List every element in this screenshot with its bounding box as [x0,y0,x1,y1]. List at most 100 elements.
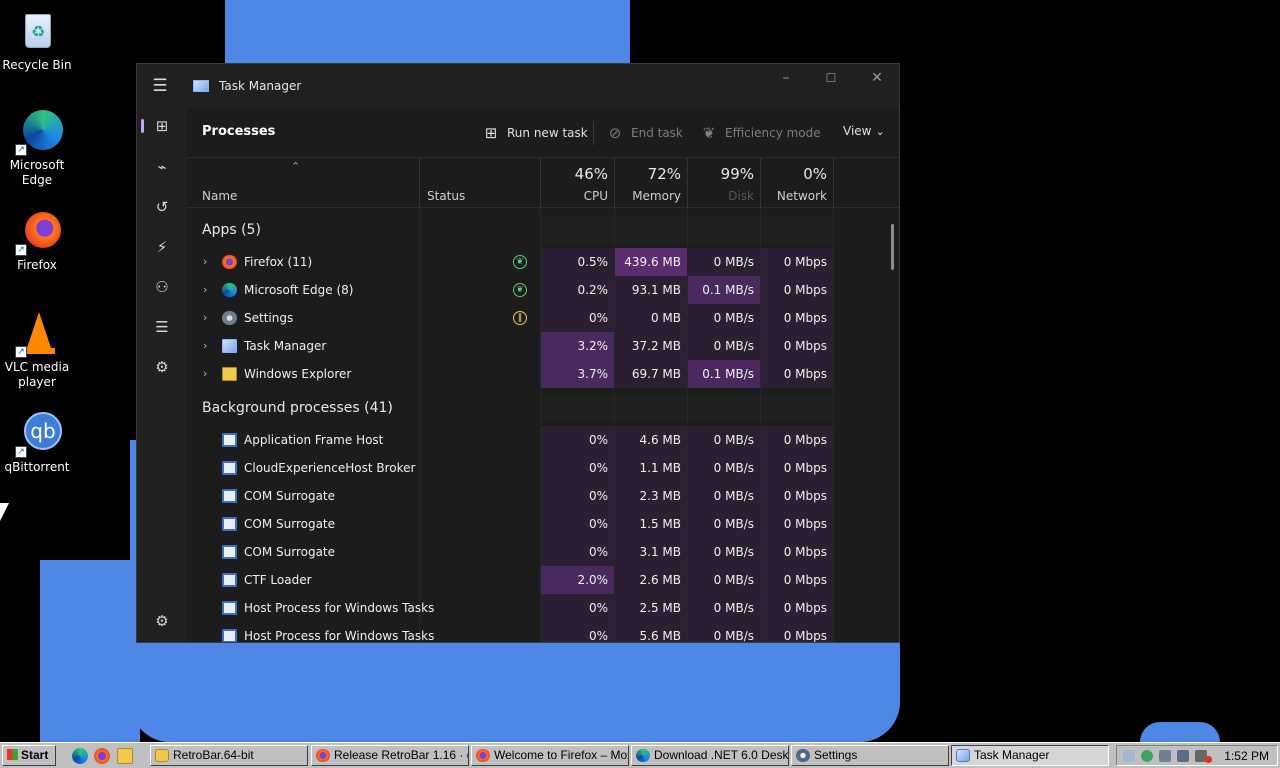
process-row[interactable]: › Task Manager 3.2% 37.2 MB 0 MB/s 0 Mbps [187,332,837,360]
process-row[interactable]: CTF Loader 2.0% 2.6 MB 0 MB/s 0 Mbps [187,566,837,594]
process-row[interactable]: COM Surrogate 0% 1.5 MB 0 MB/s 0 Mbps [187,510,837,538]
processes-page: Processes ⊞ Run new task ⊘ End task ❦ Ef… [187,108,899,642]
nav-app-history[interactable]: ↺ [142,192,182,222]
column-memory[interactable]: 72% Memory [615,158,687,208]
group-spacer [761,216,833,244]
display-icon[interactable] [1159,750,1171,762]
security-shield-icon[interactable] [1141,750,1153,762]
network-cell: 0 Mbps [761,360,833,388]
window-title: Task Manager [219,79,302,93]
column-cpu[interactable]: 46% CPU [541,158,614,208]
taskbar-button-retrobar[interactable]: RetroBar.64-bit [150,745,308,766]
view-menu-button[interactable]: View ⌄ [843,124,885,138]
network-icon[interactable] [1123,750,1135,762]
vertical-scrollbar[interactable] [891,224,894,270]
memory-cell: 4.6 MB [615,426,687,454]
title-bar[interactable]: ☰ Task Manager – ☐ ✕ [137,64,899,108]
network-cell: 0 Mbps [761,538,833,566]
taskbar-button-settings[interactable]: Settings [791,745,949,766]
column-status[interactable]: Status [420,158,540,208]
taskbar-button-firefox-release[interactable]: Release RetroBar 1.16 · d... [311,745,469,766]
cpu-cell: 0% [541,622,614,642]
expand-chevron-icon[interactable]: › [203,304,207,332]
process-row[interactable]: Host Process for Windows Tasks 0% 2.5 MB 0 … [187,594,837,622]
process-row[interactable]: COM Surrogate 0% 3.1 MB 0 MB/s 0 Mbps [187,538,837,566]
edge-icon[interactable] [72,748,88,764]
network-cell: 0 Mbps [761,426,833,454]
minimize-button[interactable]: – [763,64,809,94]
disk-cell: 0 MB/s [688,304,760,332]
group-spacer [615,394,687,422]
disk-cell: 0 MB/s [688,594,760,622]
nav-services[interactable]: ⚙ [142,352,182,382]
page-title: Processes [202,124,276,139]
disk-total: 99% [720,165,754,183]
memory-cell: 37.2 MB [615,332,687,360]
clock[interactable]: 1:52 PM [1224,749,1269,763]
expand-chevron-icon[interactable]: › [203,332,207,360]
cpu-cell: 0.2% [541,276,614,304]
cpu-cell: 0% [541,454,614,482]
task-manager-icon [193,80,209,92]
windows-logo-icon [7,749,18,760]
expand-chevron-icon[interactable]: › [203,248,207,276]
nav-startup-apps[interactable]: ⚡ [142,232,182,262]
memory-cell: 2.5 MB [615,594,687,622]
column-network[interactable]: 0% Network [761,158,833,208]
network-total: 0% [803,165,827,183]
end-task-button[interactable]: ⊘ End task [607,124,683,142]
column-name[interactable]: ⌃ Name [187,158,419,208]
firefox-icon [476,749,490,762]
qbittorrent-icon: qb ↗ [13,410,62,458]
network-cell: 0 Mbps [761,510,833,538]
disk-cell: 0 MB/s [688,248,760,276]
close-button[interactable]: ✕ [854,64,899,94]
process-row[interactable]: COM Surrogate 0% 2.3 MB 0 MB/s 0 Mbps [187,482,837,510]
process-row[interactable]: › Microsoft Edge (8) ❦ 0.2% 93.1 MB 0.1 MB/s 0… [187,276,837,304]
nav-settings[interactable]: ⚙ [142,606,182,636]
system-tray: 1:52 PM [1116,745,1278,766]
desktop-icon-firefox[interactable]: ↗ Firefox [0,208,74,273]
firefox-icon[interactable] [94,748,110,764]
taskbar-button-firefox-welcome[interactable]: Welcome to Firefox – Moz... [471,745,629,766]
firefox-icon [222,255,237,269]
disk-cell: 0 MB/s [688,426,760,454]
process-row[interactable]: › Firefox (11) ❦ 0.5% 439.6 MB 0 MB/s 0 Mbps [187,248,837,276]
nav-users[interactable]: ⚇ [142,272,182,302]
process-row[interactable]: CloudExperienceHost Broker 0% 1.1 MB 0 MB/s… [187,454,837,482]
efficiency-mode-button[interactable]: ❦ Efficiency mode [701,124,821,142]
process-row[interactable]: › Settings ‖ 0% 0 MB 0 MB/s 0 Mbps [187,304,837,332]
cpu-cell: 2.0% [541,566,614,594]
app-icon [222,573,237,587]
nav-details[interactable]: ☰ [142,312,182,342]
nav-processes[interactable]: ⊞ [141,111,182,141]
desktop-icon-qbittorrent[interactable]: qb ↗ qBittorrent [0,410,74,475]
desktop-icon-microsoft-edge[interactable]: ↗ Microsoft Edge [0,108,74,188]
process-row[interactable]: › Windows Explorer 3.7% 69.7 MB 0.1 MB/s 0 Mb… [187,360,837,388]
performance-icon: ⌁ [157,158,167,176]
disk-cell: 0 MB/s [688,538,760,566]
taskbar-button-task-manager[interactable]: Task Manager [951,745,1109,766]
process-row[interactable]: Host Process for Windows Tasks 0% 5.6 MB 0 … [187,622,837,642]
folder-icon [222,367,237,381]
taskbar-button-edge-download[interactable]: Download .NET 6.0 Desk... [631,745,789,766]
maximize-button[interactable]: ☐ [808,64,854,94]
process-name: COM Surrogate [244,489,336,503]
expand-chevron-icon[interactable]: › [203,276,207,304]
start-button[interactable]: Start [2,745,56,766]
wallpaper-shape [40,560,140,742]
monitor-icon[interactable] [1177,750,1189,762]
column-disk[interactable]: 99% Disk [688,158,760,208]
desktop-icon-vlc[interactable]: ↗ VLC media player [0,310,74,390]
folder-icon[interactable] [117,748,133,764]
menu-toggle-icon[interactable]: ☰ [137,76,183,96]
process-name: COM Surrogate [244,545,336,559]
process-row[interactable]: Application Frame Host 0% 4.6 MB 0 MB/s 0 Mb… [187,426,837,454]
run-new-task-button[interactable]: ⊞ Run new task [483,124,588,142]
sort-arrow-icon: ⌃ [291,160,301,173]
nav-performance[interactable]: ⌁ [142,152,182,182]
processes-icon: ⊞ [155,117,169,135]
edge-icon [636,749,650,762]
desktop-icon-recycle-bin[interactable]: ♻ Recycle Bin [0,8,74,73]
expand-chevron-icon[interactable]: › [203,360,207,388]
